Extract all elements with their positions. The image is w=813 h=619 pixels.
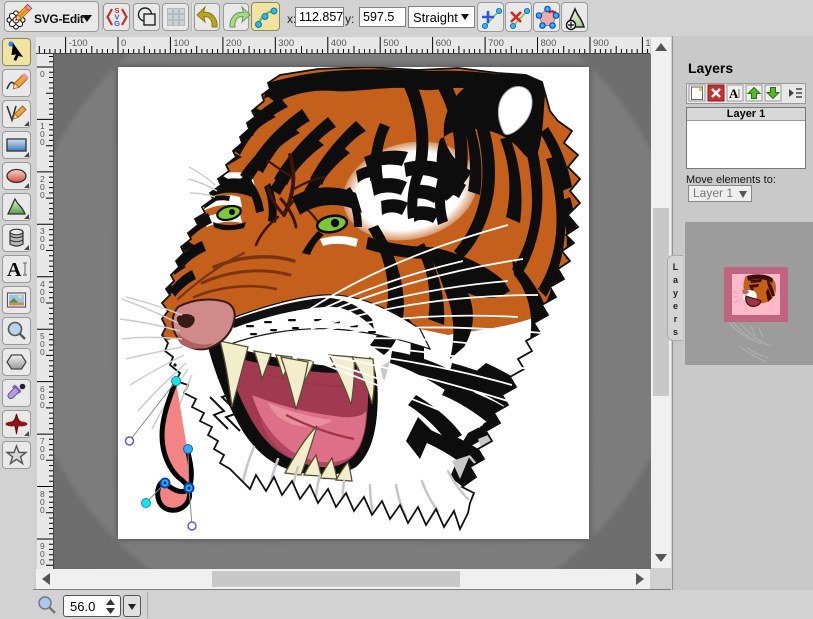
svg-text:100: 100 <box>645 38 650 49</box>
svg-text:0: 0 <box>121 38 126 49</box>
svg-text:A: A <box>729 86 739 101</box>
svg-text:G: G <box>114 19 120 28</box>
svg-text:-100: -100 <box>69 38 88 49</box>
svg-text:0: 0 <box>40 295 45 305</box>
svg-text:200: 200 <box>226 38 242 49</box>
svg-text:900: 900 <box>593 38 609 49</box>
svg-text:600: 600 <box>436 38 452 49</box>
svg-text:0: 0 <box>40 190 45 200</box>
svg-text:0: 0 <box>40 400 45 410</box>
svg-text:0: 0 <box>40 505 45 515</box>
svg-text:700: 700 <box>488 38 504 49</box>
svg-text:800: 800 <box>541 38 557 49</box>
svg-text:0: 0 <box>40 452 45 462</box>
svg-text:0: 0 <box>40 242 45 252</box>
svg-text:A: A <box>7 259 22 281</box>
svg-text:500: 500 <box>383 38 399 49</box>
svg-text:0: 0 <box>40 69 45 79</box>
svg-text:0: 0 <box>40 137 45 147</box>
svg-text:100: 100 <box>173 38 189 49</box>
svg-text:0: 0 <box>40 557 45 567</box>
svg-text:0: 0 <box>40 347 45 357</box>
svg-text:300: 300 <box>278 38 294 49</box>
svg-text:400: 400 <box>331 38 347 49</box>
